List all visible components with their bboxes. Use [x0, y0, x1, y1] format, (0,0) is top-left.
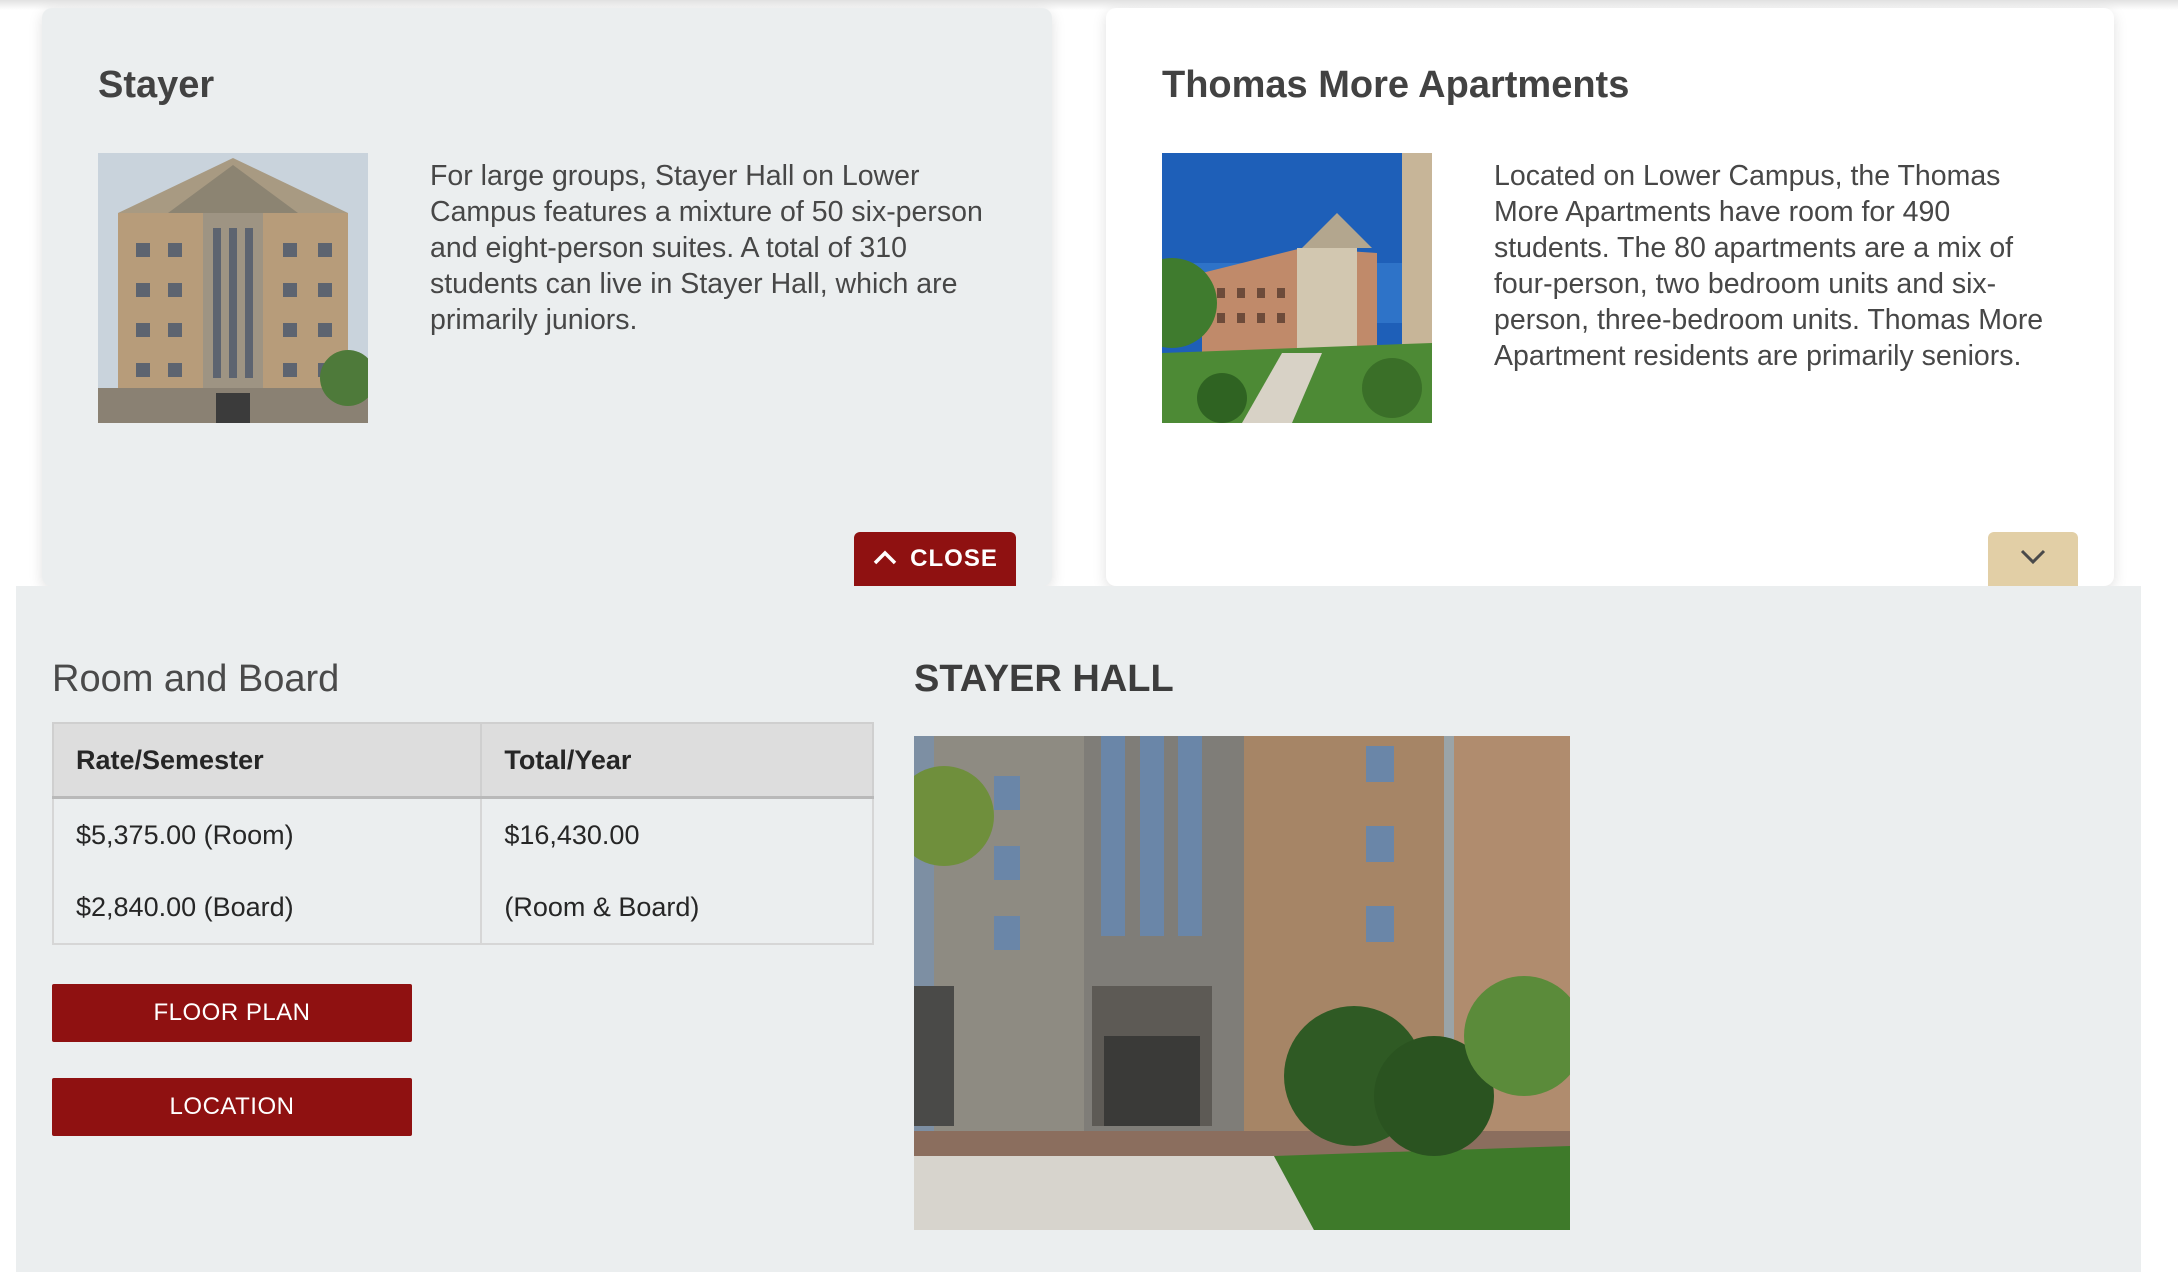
hall-title: STAYER HALL — [914, 658, 1174, 700]
residence-card-stayer: Stayer For large groups, Stayer Hall on … — [42, 8, 1052, 586]
card-description: For large groups, Stayer Hall on Lower C… — [430, 160, 983, 336]
card-title: Thomas More Apartments — [1162, 64, 1630, 106]
table-header-row: Rate/Semester Total/Year — [51, 722, 874, 799]
residence-detail-panel: Room and Board Rate/Semester Total/Year … — [16, 586, 2141, 1272]
location-button[interactable]: LOCATION — [52, 1078, 412, 1136]
close-button-label: CLOSE — [910, 545, 998, 572]
thomas-more-thumbnail-image — [1162, 153, 1432, 423]
room-and-board-table: Rate/Semester Total/Year $5,375.00 (Room… — [51, 722, 874, 945]
card-title: Stayer — [98, 64, 215, 106]
table-cell: $16,430.00 — [480, 797, 874, 871]
table-cell: $2,840.00 (Board) — [51, 871, 483, 945]
table-cell: $5,375.00 (Room) — [51, 797, 483, 871]
close-button[interactable]: CLOSE — [854, 532, 1016, 586]
residence-card-thomas-more: Thomas More Apartments Located on Lower … — [1106, 8, 2114, 586]
expand-button[interactable] — [1988, 532, 2078, 586]
chevron-down-icon — [2019, 548, 2047, 571]
table-row: $5,375.00 (Room) $16,430.00 — [51, 797, 874, 871]
table-cell: (Room & Board) — [480, 871, 874, 945]
card-description: Located on Lower Campus, the Thomas More… — [1494, 160, 2044, 372]
table-header: Rate/Semester — [51, 722, 483, 799]
table-header: Total/Year — [480, 722, 874, 799]
stayer-thumbnail-image — [98, 153, 368, 423]
room-and-board-heading: Room and Board — [52, 658, 340, 700]
stayer-hall-photo — [914, 736, 1570, 1230]
floor-plan-button[interactable]: FLOOR PLAN — [52, 984, 412, 1042]
table-row: $2,840.00 (Board) (Room & Board) — [51, 871, 874, 945]
chevron-up-icon — [872, 545, 898, 573]
